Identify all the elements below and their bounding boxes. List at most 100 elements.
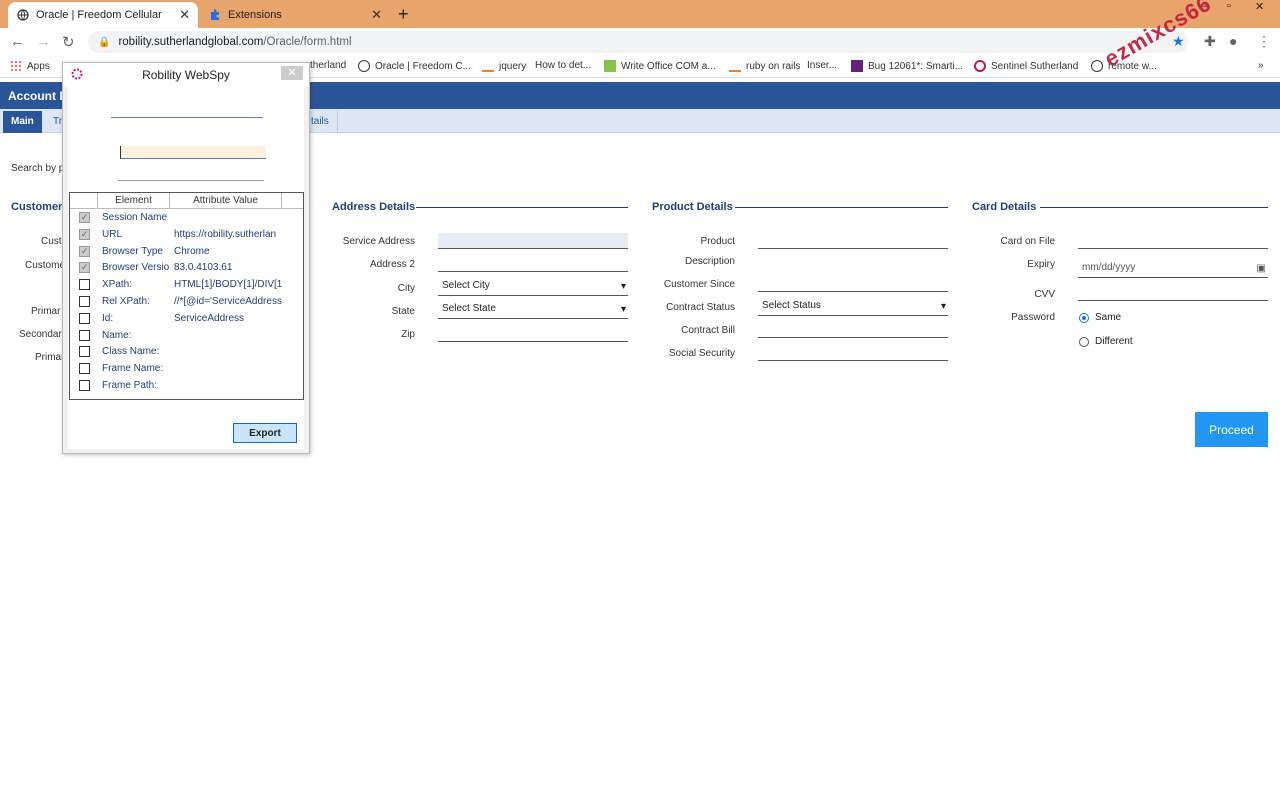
address-bar[interactable]: 🔒 robility.sutherlandglobal.com/Oracle/f… — [88, 31, 1188, 53]
bookmark-apps[interactable]: Apps — [10, 60, 50, 72]
address-section-title: Address Details — [332, 201, 416, 213]
row-checkbox[interactable] — [79, 380, 90, 391]
row-element-name: Browser Versio — [102, 262, 170, 274]
contract-status-select[interactable]: Select Status ▾ — [758, 300, 948, 316]
customer-label: Secondary — [19, 329, 67, 340]
table-row[interactable]: Rel XPath: //*[@id='ServiceAddress — [70, 294, 303, 311]
stackoverflow-icon — [482, 60, 494, 72]
table-row[interactable]: Frame Name: — [70, 361, 303, 378]
row-checkbox[interactable]: ✓ — [79, 212, 90, 223]
close-icon[interactable]: ✕ — [179, 7, 190, 23]
city-select[interactable]: Select City ▾ — [438, 280, 628, 296]
globe-icon — [1091, 60, 1103, 72]
radio-checked-icon — [1079, 312, 1089, 323]
cvv-input[interactable] — [1078, 285, 1268, 301]
globe-icon — [358, 60, 370, 72]
new-tab-icon[interactable]: + — [398, 4, 409, 25]
table-row[interactable]: ✓ Session Name — [70, 210, 303, 227]
profile-icon[interactable]: ● — [1229, 33, 1237, 49]
table-row[interactable]: ✓ Browser Versio 83.0.4103.61 — [70, 260, 303, 277]
table-row[interactable]: XPath: HTML[1]/BODY[1]/DIV[1 — [70, 277, 303, 294]
zip-input[interactable] — [438, 326, 628, 342]
table-row[interactable]: ✓ URL https://robility.sutherlan — [70, 227, 303, 244]
tab-extensions[interactable]: Extensions ✕ — [200, 2, 390, 28]
proceed-button[interactable]: Proceed — [1195, 412, 1268, 447]
close-icon[interactable]: ✕ — [281, 66, 303, 80]
menu-icon[interactable]: ⋮ — [1257, 33, 1271, 50]
customer-since-input[interactable] — [758, 276, 948, 292]
bookmark-write-office[interactable]: Write Office COM a... — [604, 60, 716, 72]
bookmark-sentinel[interactable]: Sentinel Sutherland — [974, 60, 1078, 72]
contract-bill-label: Contract Bill — [681, 325, 735, 336]
social-security-input[interactable] — [758, 345, 948, 361]
row-attribute-value: Chrome — [174, 245, 210, 257]
product-label: Product — [700, 236, 735, 247]
webspy-titlebar[interactable]: Robility WebSpy — [63, 63, 309, 87]
section-divider — [735, 207, 948, 208]
row-checkbox[interactable]: ✓ — [79, 262, 90, 274]
customer-label: Primar — [35, 352, 65, 363]
radio-different[interactable]: Different — [1079, 336, 1133, 347]
bookmark-oracle[interactable]: Oracle | Freedom C... — [358, 60, 471, 72]
table-row[interactable]: Class Name: — [70, 344, 303, 361]
customer-section-title: Customer — [11, 201, 63, 213]
table-row[interactable]: Id: ServiceAddress — [70, 311, 303, 328]
service-address-input[interactable] — [438, 233, 628, 249]
row-checkbox[interactable] — [79, 346, 90, 358]
maximize-icon[interactable]: ▫ — [1227, 0, 1231, 16]
row-checkbox[interactable]: ✓ — [79, 228, 90, 240]
customer-label: Cust — [41, 236, 62, 247]
table-row[interactable]: Frame Path: — [70, 378, 303, 395]
table-row[interactable]: ✓ Browser Type Chrome — [70, 244, 303, 261]
product-input[interactable] — [758, 233, 948, 249]
radio-same[interactable]: Same — [1079, 312, 1121, 323]
bookmark-how-to-det[interactable]: How to det... — [535, 60, 591, 71]
address2-input[interactable] — [438, 256, 628, 272]
visualstudio-icon — [851, 60, 863, 72]
expiry-date-input[interactable]: mm/dd/yyyy ▣ — [1078, 262, 1268, 278]
contract-bill-input[interactable] — [758, 322, 948, 338]
bookmark-jquery[interactable]: jquery — [482, 60, 526, 72]
section-divider — [416, 207, 628, 208]
city-label: City — [397, 283, 415, 294]
bookmark-ruby-on-rails[interactable]: ruby on rails — [729, 60, 800, 72]
row-checkbox[interactable] — [79, 312, 90, 324]
url-path: /Oracle/form.html — [263, 36, 352, 48]
password-label: Password — [1011, 312, 1055, 323]
tab-main[interactable]: Main — [3, 111, 42, 133]
window-close-icon[interactable]: ✕ — [1255, 0, 1264, 16]
tab-title: Extensions — [228, 9, 282, 21]
row-checkbox[interactable] — [79, 363, 90, 375]
grid-header-value: Attribute Value — [170, 193, 282, 209]
browser-toolbar: ← → ↻ 🔒 robility.sutherlandglobal.com/Or… — [0, 28, 1280, 56]
row-attribute-value: HTML[1]/BODY[1]/DIV[1 — [174, 279, 283, 291]
row-checkbox[interactable]: ✓ — [79, 245, 90, 257]
robility-logo-icon — [71, 68, 83, 80]
bookmark-sutherland[interactable]: therland — [310, 60, 346, 71]
webspy-highlight-field[interactable] — [120, 146, 266, 159]
row-checkbox[interactable] — [79, 329, 90, 341]
search-label: Search by p — [11, 163, 65, 174]
lock-icon: 🔒 — [98, 36, 111, 48]
section-divider — [1040, 207, 1268, 208]
back-icon[interactable]: ← — [10, 33, 25, 50]
extensions-icon[interactable]: ✚ — [1204, 33, 1216, 50]
grid-header-filler — [282, 193, 303, 209]
card-on-file-input[interactable] — [1078, 233, 1268, 249]
bookmark-bug[interactable]: Bug 12061*: Smarti... — [851, 60, 963, 72]
export-button[interactable]: Export — [233, 423, 297, 443]
url-host: robility.sutherlandglobal.com — [118, 36, 264, 48]
row-checkbox[interactable] — [79, 296, 90, 307]
tab-oracle[interactable]: Oracle | Freedom Cellular ✕ — [8, 2, 198, 28]
sutherland-logo-icon — [974, 60, 986, 72]
service-address-label: Service Address — [342, 236, 415, 247]
more-bookmarks-icon[interactable]: » — [1258, 60, 1264, 71]
forward-icon[interactable]: → — [36, 33, 51, 50]
bookmark-inser[interactable]: Inser... — [807, 60, 837, 71]
table-row[interactable]: Name: — [70, 328, 303, 345]
reload-icon[interactable]: ↻ — [62, 33, 75, 51]
close-icon[interactable]: ✕ — [371, 7, 382, 23]
row-checkbox[interactable] — [79, 279, 90, 291]
calendar-icon[interactable]: ▣ — [1257, 263, 1266, 274]
state-select[interactable]: Select State ▾ — [438, 303, 628, 319]
